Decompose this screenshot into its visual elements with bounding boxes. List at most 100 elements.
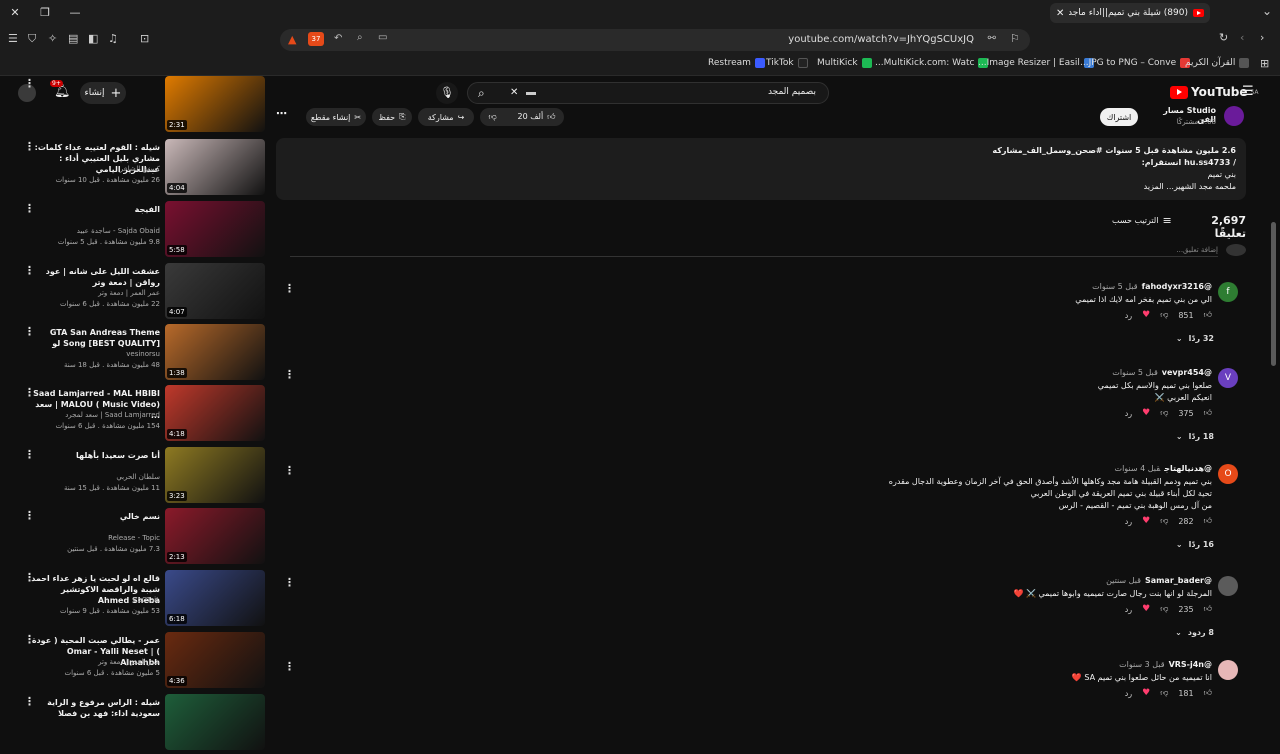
bookmark-quran[interactable]: القرآن الكريم xyxy=(1185,58,1250,68)
comment-author[interactable]: @vevpr454 xyxy=(1162,368,1212,377)
comment-author[interactable]: @fahodyxr3216 xyxy=(1142,282,1212,291)
video-channel[interactable]: عمر العمر | دمعة وتر xyxy=(30,289,160,297)
subscribe-button[interactable]: اشتراك xyxy=(1100,108,1138,126)
comment-time[interactable]: قبل 5 سنوات xyxy=(1092,282,1137,291)
related-video-item[interactable]: 2:31 ⋮ xyxy=(0,76,270,136)
extensions-icon[interactable]: ✧ xyxy=(48,32,57,45)
tab-list-icon[interactable]: ▤ xyxy=(68,32,78,45)
video-channel[interactable]: سلطان الحربي xyxy=(30,473,160,481)
related-video-item[interactable]: 6:18 قالع اه لو لحبت يا زهر عداء احمد شيب… xyxy=(0,570,270,630)
tab-menu-chevron-icon[interactable]: ⌄ xyxy=(1262,4,1272,18)
comment-menu-icon[interactable]: ⋮ xyxy=(284,368,295,381)
search-icon[interactable]: ⌕ xyxy=(478,86,485,101)
add-comment-input[interactable]: إضافة تعليق... xyxy=(290,246,1218,257)
video-title[interactable]: الفيجة xyxy=(30,204,160,215)
forward-icon[interactable]: › xyxy=(1260,31,1264,44)
more-options-icon[interactable]: ⋮ xyxy=(24,140,35,153)
video-thumbnail[interactable]: 4:36 xyxy=(165,632,265,688)
commenter-avatar[interactable]: f xyxy=(1218,282,1238,302)
related-video-item[interactable]: 4:36 عمر - يطالي صبت المحبة ( عودة ) | Om… xyxy=(0,632,270,692)
more-options-icon[interactable]: ⋮ xyxy=(24,509,35,522)
related-video-item[interactable]: 3:23 أنا صرت سعيدا بأهلها سلطان الحربي 11 م… xyxy=(0,447,270,507)
more-options-icon[interactable]: ⋮ xyxy=(24,571,35,584)
video-channel[interactable]: Release - Topic xyxy=(30,534,160,542)
brave-rewards-icon[interactable]: ▲ xyxy=(288,33,296,46)
microphone-icon[interactable]: 🎙︎ xyxy=(436,82,458,104)
comment-time[interactable]: قبل 4 سنوات xyxy=(1115,464,1161,473)
more-actions-icon[interactable]: ⋯ xyxy=(276,107,287,127)
video-title[interactable]: شيله : الراس مرفوع و الراية سعودية اداء:… xyxy=(30,697,160,719)
browser-tab-youtube[interactable]: (890) شيلة بني تميم||أداء ماجد ✕ xyxy=(1050,3,1210,23)
restore-window-icon[interactable]: ❐ xyxy=(38,6,52,19)
keyboard-icon[interactable] xyxy=(526,92,536,95)
more-options-icon[interactable]: ⋮ xyxy=(24,633,35,646)
more-options-icon[interactable]: ⋮ xyxy=(24,264,35,277)
video-thumbnail[interactable]: 2:31 xyxy=(165,76,265,132)
music-icon[interactable]: ♫ xyxy=(108,32,118,45)
video-thumbnail[interactable]: 4:07 xyxy=(165,263,265,319)
comment-menu-icon[interactable]: ⋮ xyxy=(284,660,295,673)
address-bar[interactable]: ▲ 37 ↶ ⌕ ▭ youtube.com/watch?v=JhYQgSCUx… xyxy=(280,29,1030,51)
close-window-icon[interactable]: ✕ xyxy=(8,6,22,19)
comment-like-icon[interactable]: 👍︎ xyxy=(1204,516,1212,526)
video-channel[interactable]: CoCTaiL xyxy=(30,596,160,604)
clear-search-icon[interactable]: ✕ xyxy=(510,87,518,98)
comment-time[interactable]: قبل 3 سنوات xyxy=(1119,660,1164,669)
comment-dislike-icon[interactable]: 👎︎ xyxy=(1160,310,1168,320)
like-button[interactable]: 20 ألف 👍︎ xyxy=(517,112,555,122)
video-title[interactable]: GTA San Andreas Theme Song [BEST QUALITY… xyxy=(30,327,160,349)
shields-badge[interactable]: 37 xyxy=(308,32,324,46)
hamburger-menu-icon[interactable]: ☰ xyxy=(1242,84,1254,99)
reply-button[interactable]: رد xyxy=(1125,517,1132,526)
commenter-avatar[interactable] xyxy=(1218,576,1238,596)
video-thumbnail[interactable] xyxy=(165,694,265,750)
sort-comments-button[interactable]: ≡ الترتيب حسب xyxy=(1112,214,1172,227)
reply-button[interactable]: رد xyxy=(1125,689,1132,698)
bookmark-jpg-to-png[interactable]: JPG to PNG – Conve... xyxy=(1080,58,1191,68)
bookmark-restream[interactable]: Restream xyxy=(708,58,765,68)
comment-like-icon[interactable]: 👍︎ xyxy=(1204,310,1212,320)
view-replies-button[interactable]: 16 ردًا ⌄ xyxy=(1176,540,1214,549)
related-video-item[interactable]: 5:58 الفيجة Sajda Obaid - ساجدة عبيد 9.8 مل… xyxy=(0,201,270,261)
screenshot-icon[interactable]: ⊡ xyxy=(140,32,149,45)
commenter-avatar[interactable]: O xyxy=(1218,464,1238,484)
video-channel[interactable]: Saad Lamjarred | سعد لمجرد xyxy=(30,411,160,419)
video-thumbnail[interactable]: 4:04 xyxy=(165,139,265,195)
comment-author[interactable]: @هدنيالهتاج xyxy=(1164,464,1212,473)
back-arrow-icon[interactable]: ↶ xyxy=(334,33,342,44)
comment-menu-icon[interactable]: ⋮ xyxy=(284,464,295,477)
sidebar-icon[interactable]: ◧ xyxy=(88,32,98,45)
save-button[interactable]: حفظ ⎘ xyxy=(372,108,412,126)
clip-button[interactable]: إنشاء مقطع ✂ xyxy=(306,108,366,126)
comment-dislike-icon[interactable]: 👎︎ xyxy=(1160,516,1168,526)
channel-avatar[interactable] xyxy=(1224,106,1244,126)
search-small-icon[interactable]: ⌕ xyxy=(357,32,363,43)
related-video-item[interactable]: شيله : الراس مرفوع و الراية سعودية اداء:… xyxy=(0,694,270,754)
bookmark-icon[interactable]: ⚐ xyxy=(1010,32,1020,45)
menu-icon[interactable]: ☰ xyxy=(8,32,18,45)
related-video-item[interactable]: 2:13 نسم خالي Release - Topic 7.3 مليون مشا… xyxy=(0,508,270,568)
link-icon[interactable]: ⚯ xyxy=(988,33,996,44)
video-thumbnail[interactable]: 5:58 xyxy=(165,201,265,257)
reply-button[interactable]: رد xyxy=(1125,409,1132,418)
video-thumbnail[interactable]: 2:13 xyxy=(165,508,265,564)
comment-dislike-icon[interactable]: 👎︎ xyxy=(1160,408,1168,418)
commenter-avatar[interactable] xyxy=(1218,660,1238,680)
video-thumbnail[interactable]: 4:18 xyxy=(165,385,265,441)
video-thumbnail[interactable]: 3:23 xyxy=(165,447,265,503)
view-replies-button[interactable]: 8 ردود ⌄ xyxy=(1175,628,1214,637)
view-replies-button[interactable]: 32 ردًا ⌄ xyxy=(1176,334,1214,343)
related-video-item[interactable]: 4:18 Saad Lamjarred - MAL HBIBI MALOU ( M… xyxy=(0,385,270,445)
bookmark-tiktok[interactable]: TikTok xyxy=(766,58,808,68)
more-options-icon[interactable]: ⋮ xyxy=(24,695,35,708)
comment-like-icon[interactable]: 👍︎ xyxy=(1204,408,1212,418)
related-video-item[interactable]: 4:04 شيله : القوم لعتيبه عداء كلمات: مشار… xyxy=(0,139,270,199)
reload-icon[interactable]: ↻ xyxy=(1219,31,1228,44)
video-channel[interactable]: كسنق الشاعر xyxy=(30,165,160,173)
comment-like-icon[interactable]: 👍︎ xyxy=(1204,604,1212,614)
more-options-icon[interactable]: ⋮ xyxy=(24,448,35,461)
video-title[interactable]: أنا صرت سعيدا بأهلها xyxy=(30,450,160,461)
bookmark-multikick[interactable]: MultiKick xyxy=(817,58,872,68)
video-channel[interactable]: vesinorsu xyxy=(30,350,160,358)
scrollbar[interactable] xyxy=(1271,222,1276,366)
